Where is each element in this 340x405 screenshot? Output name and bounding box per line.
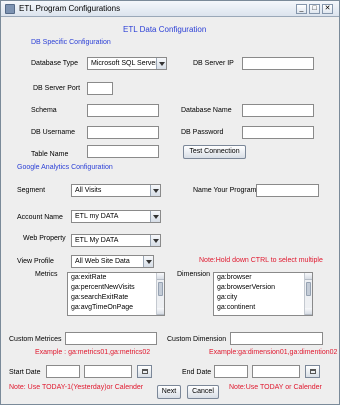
- server-ip-input[interactable]: [242, 57, 314, 70]
- minimize-icon[interactable]: _: [296, 4, 307, 14]
- server-port-label: DB Server Port: [33, 85, 81, 92]
- cancel-button[interactable]: Cancel: [187, 385, 219, 399]
- start-date-input[interactable]: [46, 365, 80, 378]
- scroll-thumb[interactable]: [306, 282, 311, 296]
- test-connection-button[interactable]: Test Connection: [183, 145, 246, 159]
- calendar-icon[interactable]: [305, 365, 320, 378]
- app-icon: [5, 4, 15, 14]
- password-input[interactable]: [242, 126, 314, 139]
- server-ip-label: DB Server IP: [193, 60, 234, 67]
- program-name-label: Name Your Program: [193, 187, 257, 194]
- list-item[interactable]: ga:browserVersion: [214, 283, 312, 293]
- table-name-label: Table Name: [31, 151, 69, 158]
- calendar-icon[interactable]: [137, 365, 152, 378]
- scroll-up-icon[interactable]: [157, 273, 164, 280]
- maximize-icon[interactable]: □: [309, 4, 320, 14]
- view-profile-label: View Profile: [17, 258, 54, 265]
- custom-dimension-label: Custom Dimension: [167, 336, 227, 343]
- dimension-scrollbar[interactable]: [304, 273, 312, 315]
- list-item[interactable]: ga:avgTimeOnPage: [68, 303, 164, 313]
- scroll-down-icon[interactable]: [157, 308, 164, 315]
- metrics-label: Metrics: [35, 271, 58, 278]
- segment-value: All Visits: [75, 187, 102, 194]
- metrics-listbox[interactable]: ga:exitRate ga:percentNewVisits ga:searc…: [67, 272, 165, 316]
- custom-metrics-input[interactable]: [65, 332, 157, 345]
- end-date-note: Note:Use TODAY or Calender: [229, 384, 322, 391]
- database-type-select[interactable]: Microsoft SQL Server: [87, 57, 167, 70]
- web-property-select[interactable]: ETL My DATA: [71, 234, 161, 247]
- ga-section-title: Google Analytics Configuration: [17, 164, 113, 171]
- view-profile-value: All Web Site Data: [75, 258, 130, 265]
- account-name-label: Account Name: [17, 214, 63, 221]
- view-profile-select[interactable]: All Web Site Data: [71, 255, 154, 268]
- password-label: DB Password: [181, 129, 224, 136]
- schema-label: Schema: [31, 107, 57, 114]
- chevron-down-icon[interactable]: [150, 185, 160, 196]
- title-bar[interactable]: ETL Program Configurations _ □ ✕: [1, 1, 339, 17]
- custom-metrics-label: Custom Metrices: [9, 336, 62, 343]
- dimension-listbox[interactable]: ga:browser ga:browserVersion ga:city ga:…: [213, 272, 313, 316]
- list-item[interactable]: ga:browser: [214, 273, 312, 283]
- username-label: DB Username: [31, 129, 75, 136]
- end-date-label: End Date: [182, 369, 212, 376]
- list-item[interactable]: ga:percentNewVisits: [68, 283, 164, 293]
- metrics-scrollbar[interactable]: [156, 273, 164, 315]
- page-title: ETL Data Configuration: [123, 25, 207, 34]
- list-item[interactable]: ga:continent: [214, 303, 312, 313]
- segment-select[interactable]: All Visits: [71, 184, 161, 197]
- schema-input[interactable]: [87, 104, 159, 117]
- list-item[interactable]: ga:exitRate: [68, 273, 164, 283]
- account-value: ETL my DATA: [75, 213, 119, 220]
- program-name-input[interactable]: [256, 184, 319, 197]
- database-type-label: Database Type: [31, 60, 78, 67]
- chevron-down-icon[interactable]: [156, 58, 166, 69]
- database-name-input[interactable]: [242, 104, 314, 117]
- scroll-down-icon[interactable]: [305, 308, 312, 315]
- segment-label: Segment: [17, 187, 46, 194]
- scroll-thumb[interactable]: [158, 282, 163, 296]
- end-date-calendar-field[interactable]: [252, 365, 300, 378]
- db-section-title: DB Specific Configuration: [31, 39, 111, 46]
- web-property-label: Web Property: [23, 235, 66, 242]
- list-item[interactable]: ga:searchExitRate: [68, 293, 164, 303]
- server-port-input[interactable]: [87, 82, 113, 95]
- start-date-calendar-field[interactable]: [84, 365, 132, 378]
- ctrl-note: Note:Hold down CTRL to select multiple: [199, 257, 323, 264]
- database-name-label: Database Name: [181, 107, 232, 114]
- username-input[interactable]: [87, 126, 159, 139]
- etl-config-window: ETL Program Configurations _ □ ✕ ETL Dat…: [0, 0, 340, 405]
- start-date-label: Start Date: [9, 369, 41, 376]
- start-date-note: Note: Use TODAY-1(Yesterday)or Calender: [9, 384, 144, 391]
- dimension-example: Example:ga:dimension01,ga:dimention02: [209, 349, 338, 356]
- account-select[interactable]: ETL my DATA: [71, 210, 161, 223]
- end-date-input[interactable]: [214, 365, 248, 378]
- list-item[interactable]: ga:city: [214, 293, 312, 303]
- chevron-down-icon[interactable]: [143, 256, 153, 267]
- scroll-up-icon[interactable]: [305, 273, 312, 280]
- database-type-value: Microsoft SQL Server: [91, 60, 158, 67]
- web-property-value: ETL My DATA: [75, 237, 119, 244]
- custom-dimension-input[interactable]: [230, 332, 323, 345]
- metrics-example: Example : ga:metrics01,ga:metrics02: [35, 349, 151, 356]
- dimension-label: Dimension: [177, 271, 211, 278]
- table-name-input[interactable]: [87, 145, 159, 158]
- window-title: ETL Program Configurations: [19, 4, 121, 13]
- next-button[interactable]: Next: [157, 385, 181, 399]
- chevron-down-icon[interactable]: [150, 235, 160, 246]
- chevron-down-icon[interactable]: [150, 211, 160, 222]
- close-icon[interactable]: ✕: [322, 4, 333, 14]
